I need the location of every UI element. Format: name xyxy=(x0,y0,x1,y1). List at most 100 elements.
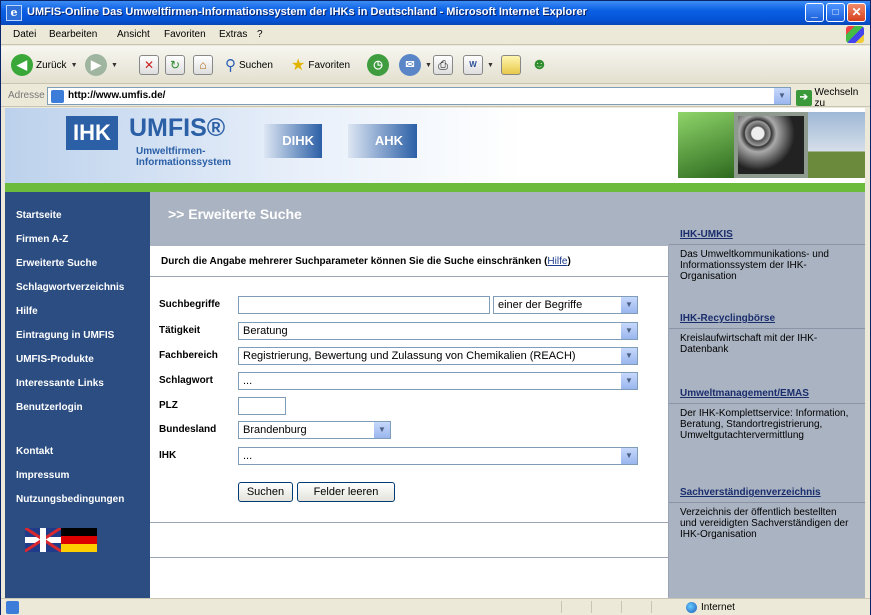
main-content: >> Erweiterte Suche Durch die Angabe meh… xyxy=(150,192,669,598)
schlagwort-select[interactable]: ... ▼ xyxy=(238,372,638,390)
nav-firmen-a-z[interactable]: Firmen A-Z xyxy=(16,234,68,245)
menu-extras[interactable]: Extras xyxy=(219,29,247,40)
search-button[interactable]: ⚲ Suchen xyxy=(225,53,273,77)
green-divider xyxy=(5,183,865,192)
ihk-select[interactable]: ... ▼ xyxy=(238,447,638,465)
ihk-logo[interactable]: IHK xyxy=(66,116,118,150)
hint-text: Durch die Angabe mehrerer Suchparameter … xyxy=(161,256,548,267)
chevron-down-icon[interactable]: ▼ xyxy=(111,62,118,69)
label-taetigkeit: Tätigkeit xyxy=(159,325,201,336)
nav-erweiterte-suche[interactable]: Erweiterte Suche xyxy=(16,258,97,269)
go-button[interactable]: ➔ Wechseln zu xyxy=(796,87,870,109)
chevron-down-icon[interactable]: ▼ xyxy=(425,62,432,69)
forward-button[interactable]: ▶ ▼ xyxy=(85,53,118,77)
chevron-down-icon[interactable]: ▼ xyxy=(374,422,390,438)
label-bundesland: Bundesland xyxy=(159,424,217,435)
link-umweltmanagement[interactable]: Umweltmanagement/EMAS xyxy=(680,388,809,399)
link-ihk-umkis[interactable]: IHK-UMKIS xyxy=(680,229,733,240)
divider xyxy=(669,244,865,245)
status-segment xyxy=(591,601,621,613)
refresh-icon: ↻ xyxy=(165,55,185,75)
go-label: Wechseln zu xyxy=(814,87,859,109)
window-title: UMFIS-Online Das Umweltfirmen-Informatio… xyxy=(27,6,587,18)
taetigkeit-select[interactable]: Beratung ▼ xyxy=(238,322,638,340)
nav-interessante-links[interactable]: Interessante Links xyxy=(16,378,104,389)
nav-startseite[interactable]: Startseite xyxy=(16,210,62,221)
mail-icon: ✉ xyxy=(399,54,421,76)
link-recyclingboerse[interactable]: IHK-Recyclingbörse xyxy=(680,313,775,324)
menu-help[interactable]: ? xyxy=(257,29,263,40)
link-sachverstaendige[interactable]: Sachverständigenverzeichnis xyxy=(680,487,821,498)
fachbereich-select[interactable]: Registrierung, Bewertung und Zulassung v… xyxy=(238,347,638,365)
chevron-down-icon[interactable]: ▼ xyxy=(621,373,637,389)
favorites-button[interactable]: ★ Favoriten xyxy=(291,53,350,77)
chevron-down-icon[interactable]: ▼ xyxy=(621,297,637,313)
umfis-logo[interactable]: UMFIS® xyxy=(129,114,225,143)
nav-kontakt[interactable]: Kontakt xyxy=(16,446,53,457)
label-ihk: IHK xyxy=(159,450,177,461)
divider xyxy=(669,403,865,404)
menu-bearbeiten[interactable]: Bearbeiten xyxy=(49,29,97,40)
uk-flag-icon[interactable] xyxy=(25,528,61,552)
nav-benutzerlogin[interactable]: Benutzerlogin xyxy=(16,402,83,413)
divider xyxy=(150,276,669,277)
favorites-label: Favoriten xyxy=(308,59,351,71)
menu-ansicht[interactable]: Ansicht xyxy=(117,29,150,40)
address-input[interactable]: http://www.umfis.de/ ▼ xyxy=(47,87,791,105)
messenger-button[interactable]: ☻ xyxy=(531,53,548,77)
search-submit-button[interactable]: Suchen xyxy=(238,482,293,502)
home-button[interactable]: ⌂ xyxy=(193,53,213,77)
page-status-icon xyxy=(6,601,19,614)
maximize-button[interactable]: □ xyxy=(826,3,845,22)
dihk-logo[interactable]: DIHK xyxy=(264,124,322,158)
label-fachbereich: Fachbereich xyxy=(159,350,218,361)
menu-datei[interactable]: Datei xyxy=(13,29,36,40)
help-link[interactable]: Hilfe xyxy=(547,256,567,267)
plz-input[interactable] xyxy=(238,397,286,415)
nav-umfis-produkte[interactable]: UMFIS-Produkte xyxy=(16,354,94,365)
mail-button[interactable]: ✉ ▼ xyxy=(399,53,432,77)
chevron-down-icon[interactable]: ▼ xyxy=(71,62,78,69)
chevron-down-icon[interactable]: ▼ xyxy=(621,448,637,464)
right-sidebar: IHK-UMKIS Das Umweltkommunikations- und … xyxy=(669,192,865,598)
nav-nutzungsbedingungen[interactable]: Nutzungsbedingungen xyxy=(16,494,124,505)
divider xyxy=(150,557,669,558)
search-mode-select[interactable]: einer der Begriffe ▼ xyxy=(493,296,638,314)
back-button[interactable]: ◀ Zurück ▼ xyxy=(11,53,78,77)
chevron-down-icon[interactable]: ▼ xyxy=(621,348,637,364)
chevron-down-icon[interactable]: ▼ xyxy=(487,62,494,69)
page-icon xyxy=(51,90,64,103)
nav-impressum[interactable]: Impressum xyxy=(16,470,69,481)
ahk-logo[interactable]: AHK xyxy=(348,124,417,158)
print-button[interactable]: ⎙ xyxy=(433,53,453,77)
stop-button[interactable]: ✕ xyxy=(139,53,159,77)
bundesland-select[interactable]: Brandenburg ▼ xyxy=(238,421,391,439)
nav-hilfe[interactable]: Hilfe xyxy=(16,306,38,317)
nav-schlagwortverzeichnis[interactable]: Schlagwortverzeichnis xyxy=(16,282,124,293)
chevron-down-icon[interactable]: ▼ xyxy=(621,323,637,339)
back-arrow-icon: ◀ xyxy=(11,54,33,76)
search-label: Suchen xyxy=(239,59,273,71)
address-url[interactable]: http://www.umfis.de/ xyxy=(68,90,165,101)
schlagwort-value: ... xyxy=(243,375,253,387)
page-title: >> Erweiterte Suche xyxy=(168,206,302,222)
fachbereich-value: Registrierung, Bewertung und Zulassung v… xyxy=(243,350,576,362)
search-mode-value: einer der Begriffe xyxy=(498,299,583,311)
refresh-button[interactable]: ↻ xyxy=(165,53,185,77)
nav-eintragung[interactable]: Eintragung in UMFIS xyxy=(16,330,114,341)
german-flag-icon[interactable] xyxy=(61,528,97,552)
menu-favoriten[interactable]: Favoriten xyxy=(164,29,206,40)
minimize-button[interactable]: _ xyxy=(805,3,824,22)
chevron-down-icon[interactable]: ▼ xyxy=(774,88,790,104)
back-label: Zurück xyxy=(36,59,67,71)
suchbegriffe-input[interactable] xyxy=(238,296,490,314)
status-bar: Internet xyxy=(1,598,870,615)
discuss-button[interactable] xyxy=(501,53,521,77)
stop-icon: ✕ xyxy=(139,55,159,75)
close-button[interactable]: ✕ xyxy=(847,3,866,22)
history-button[interactable]: ◷ xyxy=(367,53,389,77)
clear-fields-button[interactable]: Felder leeren xyxy=(297,482,395,502)
address-bar: Adresse http://www.umfis.de/ ▼ ➔ Wechsel… xyxy=(1,85,870,109)
edit-button[interactable]: W ▼ xyxy=(463,53,494,77)
hint-end: ) xyxy=(567,256,571,267)
